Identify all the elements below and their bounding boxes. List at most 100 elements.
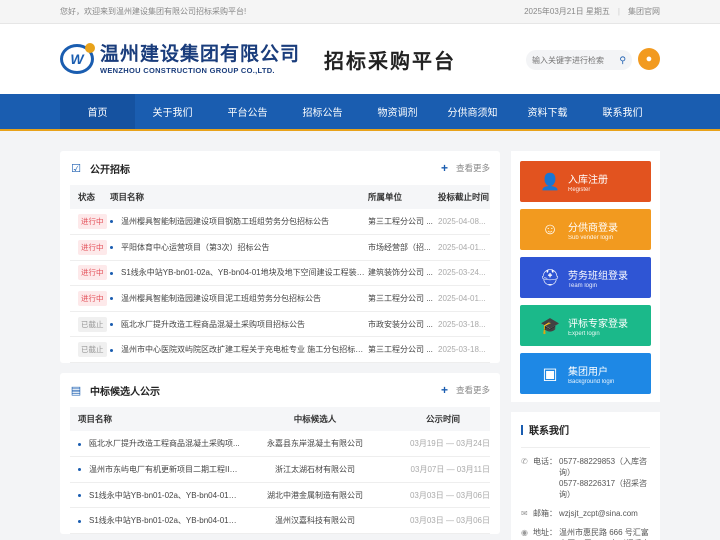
candidate-cell: 湖北中港金属制造有限公司 [240, 482, 390, 509]
main-content: ☑ 公开招标 + 查看更多 状态 项目名称 所属单位 投标截止时间 进行中 温州… [60, 151, 500, 534]
search-input[interactable] [532, 55, 612, 65]
candidates-panel-title: 中标候选人公示 [90, 386, 160, 398]
current-date: 2025年03月21日 星期五 [524, 7, 610, 16]
nav-downloads[interactable]: 资料下载 [510, 94, 585, 129]
deadline-cell: 2025-03-18... [438, 336, 490, 364]
table-row[interactable]: 温州市东屿电厂有机更新项目二期工程II标... 浙江太湖石材有限公司 03月07… [70, 456, 490, 483]
project-link[interactable]: 温州樱具智能制造园建设项目泥工班组劳务分包招标公告 [121, 294, 321, 303]
plus-icon: + [440, 161, 448, 175]
candidate-cell: 温州汉嘉科技有限公司 [240, 507, 390, 534]
search-icon[interactable]: ⚲ [619, 55, 626, 66]
vendor-login-label: 分供商登录 [568, 222, 618, 234]
candidates-table-header: 项目名称 中标候选人 公示时间 [70, 407, 490, 432]
col-project: 项目名称 [110, 185, 368, 209]
project-link[interactable]: 温州市中心医院双屿院区改扩建工程关于充电桩专业 施工分包招标公告 [121, 345, 368, 354]
status-badge: 已截止 [78, 342, 107, 358]
contact-phone: ✆ 电话： 0577-88229853（入库咨询） 0577-88226317（招… [521, 457, 648, 499]
candidates-panel: ▤ 中标候选人公示 + 查看更多 项目名称 中标候选人 公示时间 瓯北水厂提升改… [60, 373, 500, 534]
email-value[interactable]: wzjsjt_zcpt@sina.com [559, 508, 650, 519]
register-label: 入库注册 [568, 174, 608, 186]
project-link[interactable]: 温州市东屿电厂有机更新项目二期工程II标... [89, 465, 240, 474]
quick-links: 👤 入库注册 Register ☺ 分供商登录 Sub vender login ⛑… [511, 151, 660, 402]
group-user-button[interactable]: ▣ 集团用户 Background login [520, 353, 651, 394]
deadline-cell: 2025-03-24... [438, 260, 490, 287]
group-user-sublabel: Background login [568, 378, 615, 385]
logo-icon[interactable]: W [60, 43, 95, 74]
project-link[interactable]: 温州樱具智能制造园建设项目钢筋工班组劳务分包招标公告 [121, 217, 329, 226]
vendor-login-button[interactable]: ☺ 分供商登录 Sub vender login [520, 209, 651, 250]
unit-cell: 市场经营部（招... [368, 234, 438, 261]
candidate-cell: 永嘉县东岸混凝土有限公司 [240, 431, 390, 458]
unit-cell: 建筑装饰分公司 ... [368, 260, 438, 287]
unit-cell: 第三工程分公司 ... [368, 336, 438, 364]
col-period: 公示时间 [390, 407, 490, 432]
phone-line: 0577-88226317（招采咨询） [559, 479, 648, 499]
tender-table: 状态 项目名称 所属单位 投标截止时间 进行中 温州樱具智能制造园建设项目钢筋工… [70, 185, 490, 364]
table-row[interactable]: S1线永中站YB-bn01-02a、YB-bn04-01地... 温州汉嘉科技有… [70, 507, 490, 534]
project-link[interactable]: 瓯北水厂提升改造工程商品混凝土采购项... [89, 439, 240, 448]
register-sublabel: Register [568, 186, 591, 193]
email-icon: ✉ [521, 509, 528, 518]
table-row[interactable]: 瓯北水厂提升改造工程商品混凝土采购项... 永嘉县东岸混凝土有限公司 03月19… [70, 431, 490, 458]
project-link[interactable]: S1线永中站YB-bn01-02a、YB-bn04-01地块及地下空间建设工程装… [121, 268, 368, 277]
project-link[interactable]: 瓯北水厂提升改造工程商品混凝土采购项目招标公告 [121, 320, 305, 329]
header: W 温州建设集团有限公司 WENZHOU CONSTRUCTION GROUP … [0, 24, 720, 94]
project-link[interactable]: 平阳体育中心运营项目（第3次）招标公告 [121, 243, 269, 252]
nav-home[interactable]: 首页 [60, 94, 135, 129]
project-link[interactable]: S1线永中站YB-bn01-02a、YB-bn04-01地... [89, 516, 240, 525]
user-icon[interactable]: ● [638, 48, 660, 70]
checklist-icon: ☑ [71, 162, 81, 175]
official-site-link[interactable]: 集团官网 [628, 6, 660, 17]
register-button[interactable]: 👤 入库注册 Register [520, 161, 651, 202]
welcome-text: 您好，欢迎来到温州建设集团有限公司招标采购平台! [60, 7, 247, 16]
nav-platform-notice[interactable]: 平台公告 [210, 94, 285, 129]
tender-panel-header: ☑ 公开招标 + 查看更多 [70, 151, 490, 185]
table-row[interactable]: 进行中 温州樱具智能制造园建设项目钢筋工班组劳务分包招标公告 第三工程分公司 .… [70, 209, 490, 236]
period-cell: 03月07日 — 03月11日 [390, 456, 490, 483]
unit-cell: 第三工程分公司 ... [368, 285, 438, 312]
team-login-button[interactable]: ⛑ 劳务班组登录 Team login [520, 257, 651, 298]
sidebar: 👤 入库注册 Register ☺ 分供商登录 Sub vender login ⛑… [511, 151, 660, 540]
expert-login-sublabel: Expert login [568, 330, 600, 337]
table-row[interactable]: 进行中 温州樱具智能制造园建设项目泥工班组劳务分包招标公告 第三工程分公司 ..… [70, 285, 490, 312]
candidates-more-label: 查看更多 [455, 385, 490, 396]
table-row[interactable]: 进行中 平阳体育中心运营项目（第3次）招标公告 市场经营部（招... 2025-… [70, 234, 490, 261]
table-row[interactable]: 进行中 S1线永中站YB-bn01-02a、YB-bn04-01地块及地下空间建… [70, 260, 490, 287]
list-icon: ▤ [70, 384, 82, 397]
table-row[interactable]: 已截止 瓯北水厂提升改造工程商品混凝土采购项目招标公告 市政安装分公司 ... … [70, 311, 490, 338]
location-icon: ◉ [521, 528, 528, 537]
deadline-cell: 2025-04-01... [438, 285, 490, 312]
period-cell: 03月03日 — 03月06日 [390, 482, 490, 509]
main-nav: 首页 关于我们 平台公告 招标公告 物资调剂 分供商须知 资料下载 联系我们 [0, 94, 720, 129]
nav-about[interactable]: 关于我们 [135, 94, 210, 129]
group-user-icon: ▣ [542, 365, 558, 383]
candidates-more-link[interactable]: + 查看更多 [441, 383, 490, 397]
vendor-icon: ☺ [541, 220, 559, 238]
status-badge: 进行中 [78, 291, 107, 307]
tender-more-label: 查看更多 [455, 163, 490, 173]
tender-more-link[interactable]: + 查看更多 [441, 161, 490, 175]
nav-contact[interactable]: 联系我们 [585, 94, 660, 129]
period-cell: 03月03日 — 03月06日 [390, 507, 490, 534]
col-unit: 所属单位 [368, 185, 438, 209]
unit-cell: 第三工程分公司 ... [368, 209, 438, 236]
project-link[interactable]: S1线永中站YB-bn01-02a、YB-bn04-01地... [89, 491, 240, 500]
candidates-table: 项目名称 中标候选人 公示时间 瓯北水厂提升改造工程商品混凝土采购项... 永嘉… [70, 407, 490, 534]
table-row[interactable]: S1线永中站YB-bn01-02a、YB-bn04-01地... 湖北中港金属制… [70, 482, 490, 509]
contact-address: ◉ 地址： 温州市惠民路 666 号汇富大厦 3 层 303 室（招采中心） [521, 527, 650, 540]
contact-title: 联系我们 [529, 426, 569, 437]
group-user-label: 集团用户 [568, 366, 608, 378]
nav-tender-notice[interactable]: 招标公告 [285, 94, 360, 129]
table-row[interactable]: 已截止 温州市中心医院双屿院区改扩建工程关于充电桩专业 施工分包招标公告 第三工… [70, 336, 490, 364]
vendor-login-sublabel: Sub vender login [568, 234, 614, 241]
platform-title: 招标采购平台 [324, 50, 457, 73]
phone-line: 0577-88229853（入库咨询） [559, 457, 648, 477]
nav-materials[interactable]: 物资调剂 [360, 94, 435, 129]
nav-vendor-guide[interactable]: 分供商须知 [435, 94, 510, 129]
logo[interactable]: 温州建设集团有限公司 WENZHOU CONSTRUCTION GROUP CO… [100, 44, 300, 75]
logo-cn: 温州建设集团有限公司 [100, 43, 301, 65]
separator: | [617, 7, 620, 16]
col-status: 状态 [70, 185, 110, 209]
expert-login-button[interactable]: 🎓 评标专家登录 Expert login [520, 305, 651, 346]
tender-table-header: 状态 项目名称 所属单位 投标截止时间 [70, 185, 490, 209]
